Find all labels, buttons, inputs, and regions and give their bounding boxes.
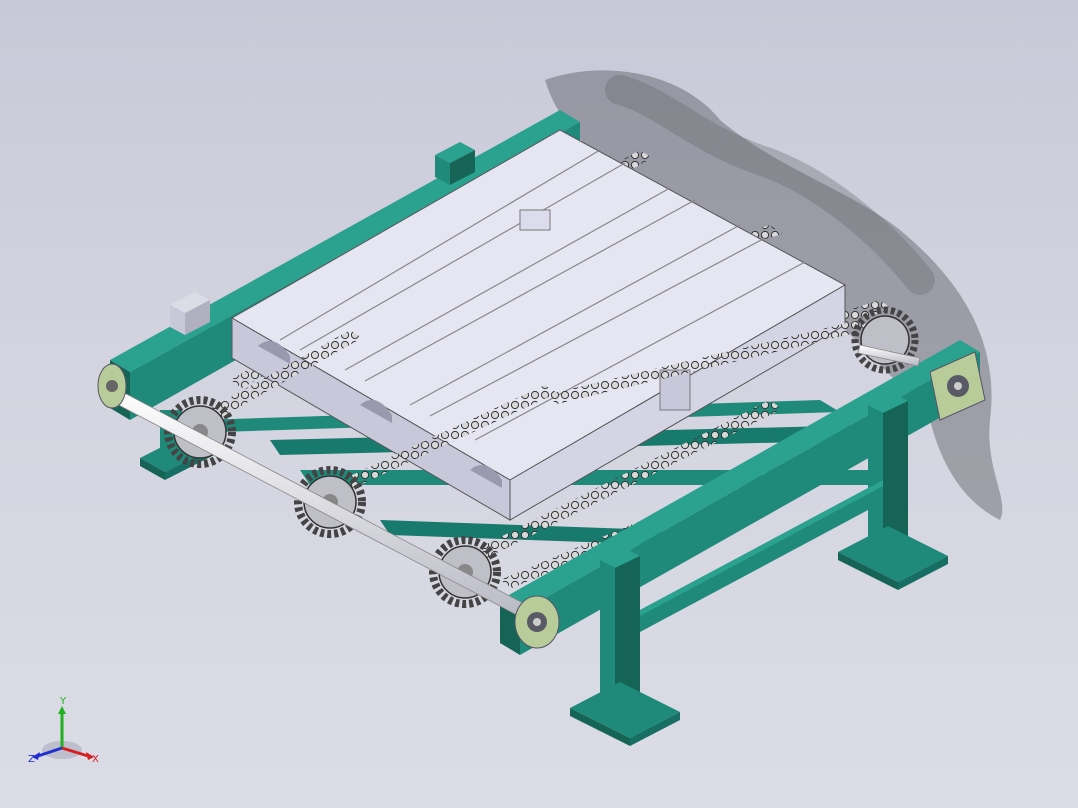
conveyor-3d-model[interactable] <box>0 0 1078 808</box>
x-axis-label: X <box>92 754 99 765</box>
bearing-front-left[interactable] <box>97 363 127 409</box>
z-axis-label: Z <box>28 754 35 765</box>
bearing-front-right[interactable] <box>514 595 560 649</box>
y-axis-label: Y <box>59 696 67 707</box>
graphics-viewport[interactable]: Y X Z <box>0 0 1078 808</box>
coordinate-triad: Y X Z <box>28 696 99 765</box>
